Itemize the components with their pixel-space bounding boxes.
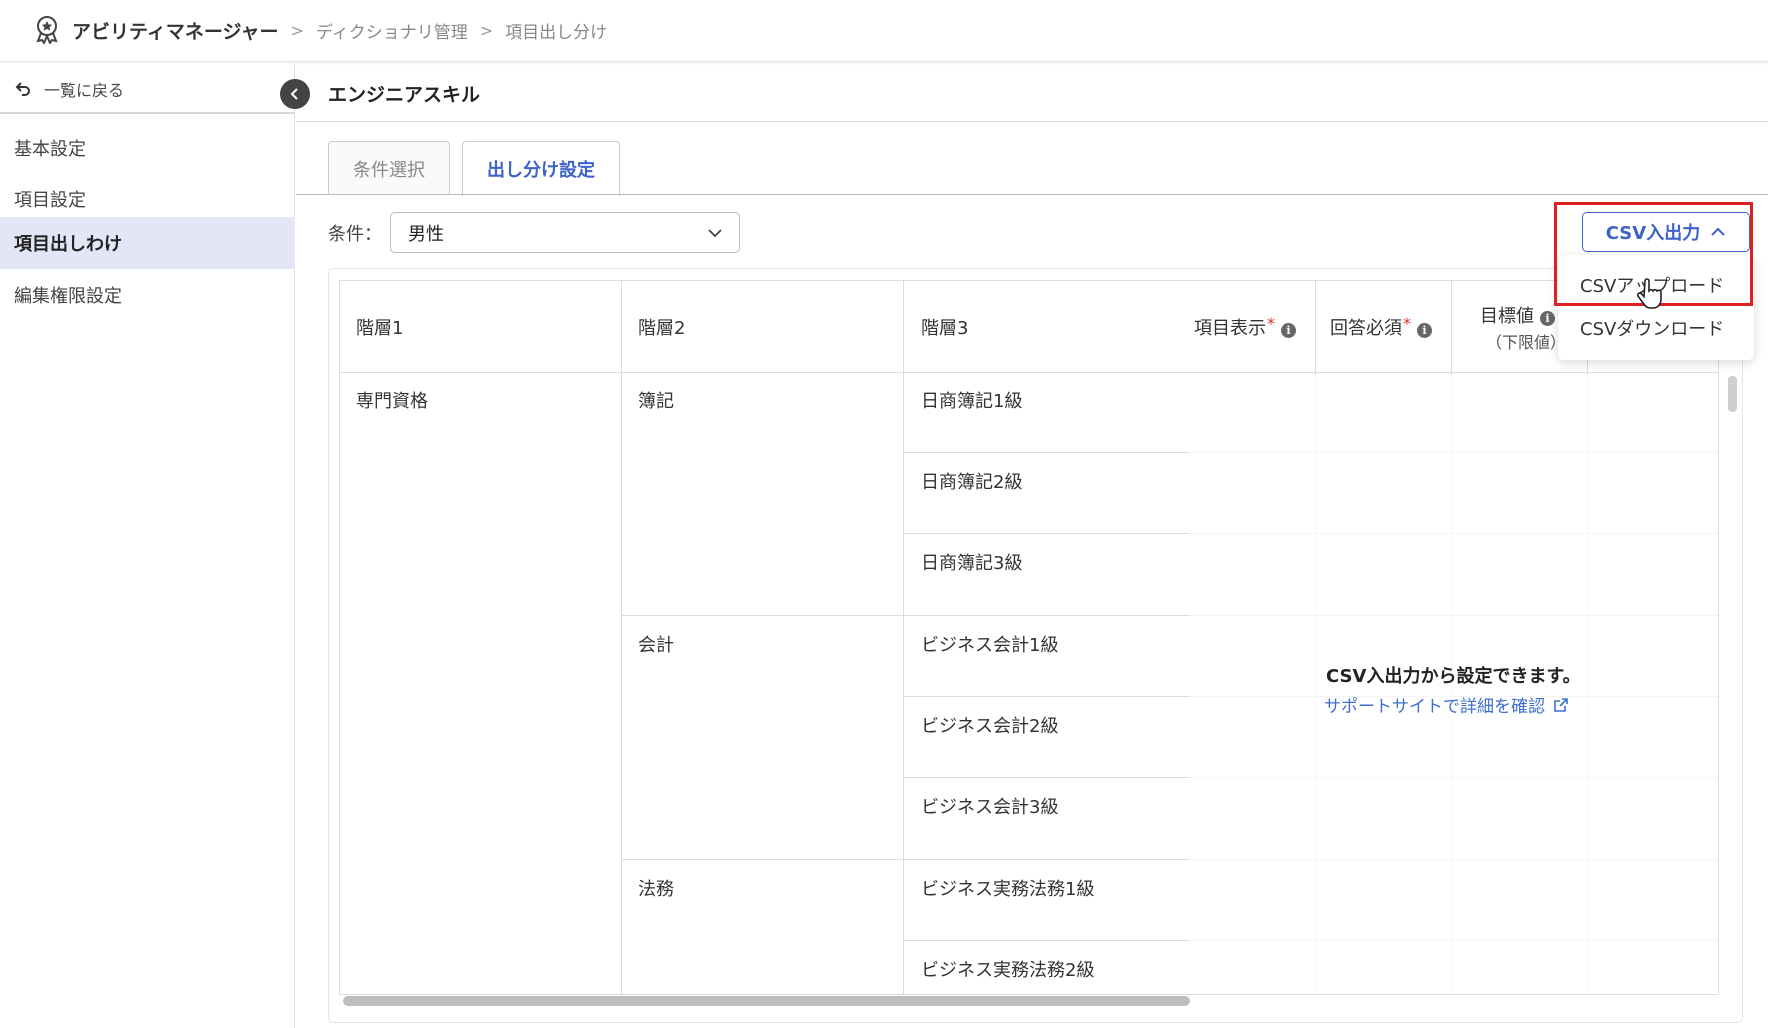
back-label: 一覧に戻る <box>44 81 125 100</box>
header-level3: 階層3 <box>921 318 969 339</box>
external-link-icon <box>1554 697 1568 712</box>
breadcrumb: アビリティマネージャー > ディクショナリ管理 > 項目出し分け <box>72 17 607 44</box>
header-target-label: 目標値 <box>1480 306 1534 327</box>
info-icon[interactable]: i <box>1540 311 1555 326</box>
cell-level3: ビジネス会計3級 <box>921 797 1059 818</box>
divider <box>0 112 295 114</box>
cell-level3: ビジネス会計1級 <box>921 635 1059 656</box>
vertical-scrollbar[interactable] <box>1728 376 1737 412</box>
breadcrumb-separator-icon: > <box>290 21 304 40</box>
page-title: エンジニアスキル <box>328 84 481 106</box>
cell-level2: 簿記 <box>638 391 674 412</box>
header-display: 項目表示* i <box>1194 314 1296 340</box>
hand-cursor-icon <box>1636 278 1662 309</box>
condition-select[interactable]: 男性 <box>390 212 740 253</box>
distribution-table: 階層1 階層2 階層3 項目表示* i 回答必須* i 目標値 i （下限値） 専門資… <box>339 280 1719 995</box>
cell-level3: ビジネス会計2級 <box>921 716 1059 737</box>
breadcrumb-current: 項目出し分け <box>505 23 608 43</box>
header-required: 回答必須* i <box>1330 314 1432 340</box>
cell-level1: 専門資格 <box>356 391 428 412</box>
tab-condition-select[interactable]: 条件選択 <box>328 141 450 195</box>
support-link-label: サポートサイトで詳細を確認 <box>1324 697 1545 717</box>
app-name[interactable]: アビリティマネージャー <box>72 17 279 44</box>
header-target: 目標値 i <box>1480 302 1555 328</box>
header-required-label: 回答必須 <box>1330 318 1402 339</box>
divider <box>296 121 1768 122</box>
chevron-down-icon <box>708 229 722 238</box>
support-site-link[interactable]: サポートサイトで詳細を確認 <box>1324 692 1569 717</box>
header-level2: 階層2 <box>638 318 686 339</box>
header-level1: 階層1 <box>356 318 404 339</box>
row-divider <box>622 615 903 616</box>
award-badge-icon <box>36 16 58 44</box>
cell-level3: 日商簿記1級 <box>921 391 1023 412</box>
column-divider <box>903 281 904 994</box>
chevron-left-icon <box>290 88 298 100</box>
cell-level3: 日商簿記3級 <box>921 553 1023 574</box>
cell-level3: ビジネス実務法務1級 <box>921 879 1095 900</box>
sidebar-item-basic-settings[interactable]: 基本設定 <box>0 122 295 174</box>
tabs-underline <box>296 194 1768 195</box>
row-divider <box>622 859 903 860</box>
cell-level2: 会計 <box>638 635 674 656</box>
info-icon[interactable]: i <box>1281 323 1296 338</box>
undo-arrow-icon <box>15 82 30 96</box>
sidebar-collapse-button[interactable] <box>280 79 310 109</box>
column-divider <box>621 281 622 994</box>
header-target-sub: （下限値） <box>1486 333 1567 352</box>
cell-level3: ビジネス実務法務2級 <box>921 960 1095 981</box>
menu-item-csv-download[interactable]: CSVダウンロード <box>1580 315 1724 341</box>
breadcrumb-dictionary[interactable]: ディクショナリ管理 <box>316 18 468 43</box>
csv-notice: CSV入出力から設定できます。 <box>1326 666 1581 687</box>
info-icon[interactable]: i <box>1417 323 1432 338</box>
breadcrumb-separator-icon: > <box>479 21 494 40</box>
required-asterisk: * <box>1403 314 1411 333</box>
tab-distribution-settings[interactable]: 出し分け設定 <box>462 141 620 196</box>
back-to-list-link[interactable]: 一覧に戻る <box>14 77 124 101</box>
required-asterisk: * <box>1267 314 1275 333</box>
top-bar: アビリティマネージャー > ディクショナリ管理 > 項目出し分け <box>0 0 1768 62</box>
horizontal-scrollbar[interactable] <box>343 996 1190 1006</box>
cell-level2: 法務 <box>638 879 674 900</box>
cell-level3: 日商簿記2級 <box>921 472 1023 493</box>
sidebar-item-item-distribution[interactable]: 項目出しわけ <box>0 217 295 269</box>
condition-label: 条件： <box>328 224 382 245</box>
sidebar: 一覧に戻る 基本設定 項目設定 項目出しわけ 編集権限設定 <box>0 63 295 1028</box>
header-display-label: 項目表示 <box>1194 318 1266 339</box>
sidebar-item-edit-permissions[interactable]: 編集権限設定 <box>0 269 295 321</box>
condition-value: 男性 <box>408 223 444 245</box>
